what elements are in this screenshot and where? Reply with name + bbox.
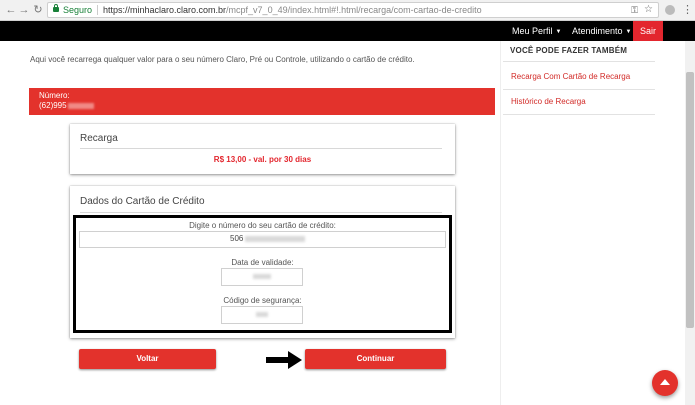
browser-toolbar: ← → ↻ Seguro https://minhaclaro.claro.co… [0,0,695,21]
star-icon[interactable]: ☆ [644,3,653,17]
chevron-down-icon: ▼ [555,29,562,35]
reload-icon[interactable]: ↻ [31,3,45,17]
number-value: (62)995 [39,101,67,110]
secure-label: Seguro [63,5,93,15]
extension-icon[interactable] [665,5,675,15]
sidebar-title: VOCÊ PODE FAZER TAMBÉM [510,46,628,55]
redacted-validade [253,274,271,279]
number-value-row: (62)995 [39,101,495,111]
logout-button[interactable]: Sair [633,21,663,41]
menu-icon[interactable]: ⋮ [682,3,693,17]
intro-text: Aqui você recarrega qualquer valor para … [30,55,415,64]
scrollbar-thumb[interactable] [686,72,694,328]
card-divider [80,212,442,213]
cartao-title: Dados do Cartão de Crédito [80,196,205,207]
validade-label: Data de validade: [231,258,294,267]
chevron-down-icon: ▼ [625,29,632,35]
voltar-button[interactable]: Voltar [79,349,216,369]
key-icon[interactable]: ⚿ [631,3,638,17]
back-icon[interactable]: ← [4,3,18,17]
sidebar-rule [503,89,655,90]
redacted-seguranca [256,312,268,317]
number-banner: Número: (62)995 [29,88,495,115]
continuar-button[interactable]: Continuar [305,349,446,369]
validade-input[interactable] [221,268,303,286]
sidebar-link-recarga-cartao[interactable]: Recarga Com Cartão de Recarga [511,72,630,81]
card-divider [80,148,442,149]
seguranca-input[interactable] [221,306,303,324]
lock-icon [53,4,59,12]
card-number-label: Digite o número do seu cartão de crédito… [189,221,336,230]
number-label: Número: [39,91,70,100]
url-path: /mcpf_v7_0_49/index.html#!.html/recarga/… [226,5,482,15]
card-number-input[interactable]: 506 [79,231,446,248]
scroll-top-button[interactable] [652,370,678,396]
redacted-card-number [245,236,306,242]
address-separator [97,5,98,15]
seguranca-label: Código de segurança: [223,296,302,305]
nav-atendimento[interactable]: Atendimento ▼ [572,21,632,41]
url-host: https://minhaclaro.claro.com.br [103,5,227,15]
chevron-up-icon [660,379,670,385]
sidebar-divider [500,41,501,405]
nav-atendimento-label: Atendimento [572,26,623,36]
recarga-card: Recarga R$ 13,00 - val. por 30 dias [70,124,455,174]
site-header: Meu Perfil ▼ Atendimento ▼ Sair [0,21,695,41]
nav-meu-perfil[interactable]: Meu Perfil ▼ [512,21,561,41]
arrow-right-icon [266,351,302,369]
recarga-title: Recarga [80,133,118,144]
sidebar-rule [503,114,655,115]
redacted-number [67,103,94,109]
forward-icon[interactable]: → [17,3,31,17]
sidebar-rule [503,61,655,62]
sidebar-link-historico[interactable]: Histórico de Recarga [511,97,586,106]
url-text: https://minhaclaro.claro.com.br/mcpf_v7_… [103,3,482,17]
card-number-value: 506 [230,234,244,243]
recarga-price: R$ 13,00 - val. por 30 dias [213,155,312,164]
nav-meu-perfil-label: Meu Perfil [512,26,553,36]
address-bar[interactable]: Seguro https://minhaclaro.claro.com.br/m… [47,2,659,18]
